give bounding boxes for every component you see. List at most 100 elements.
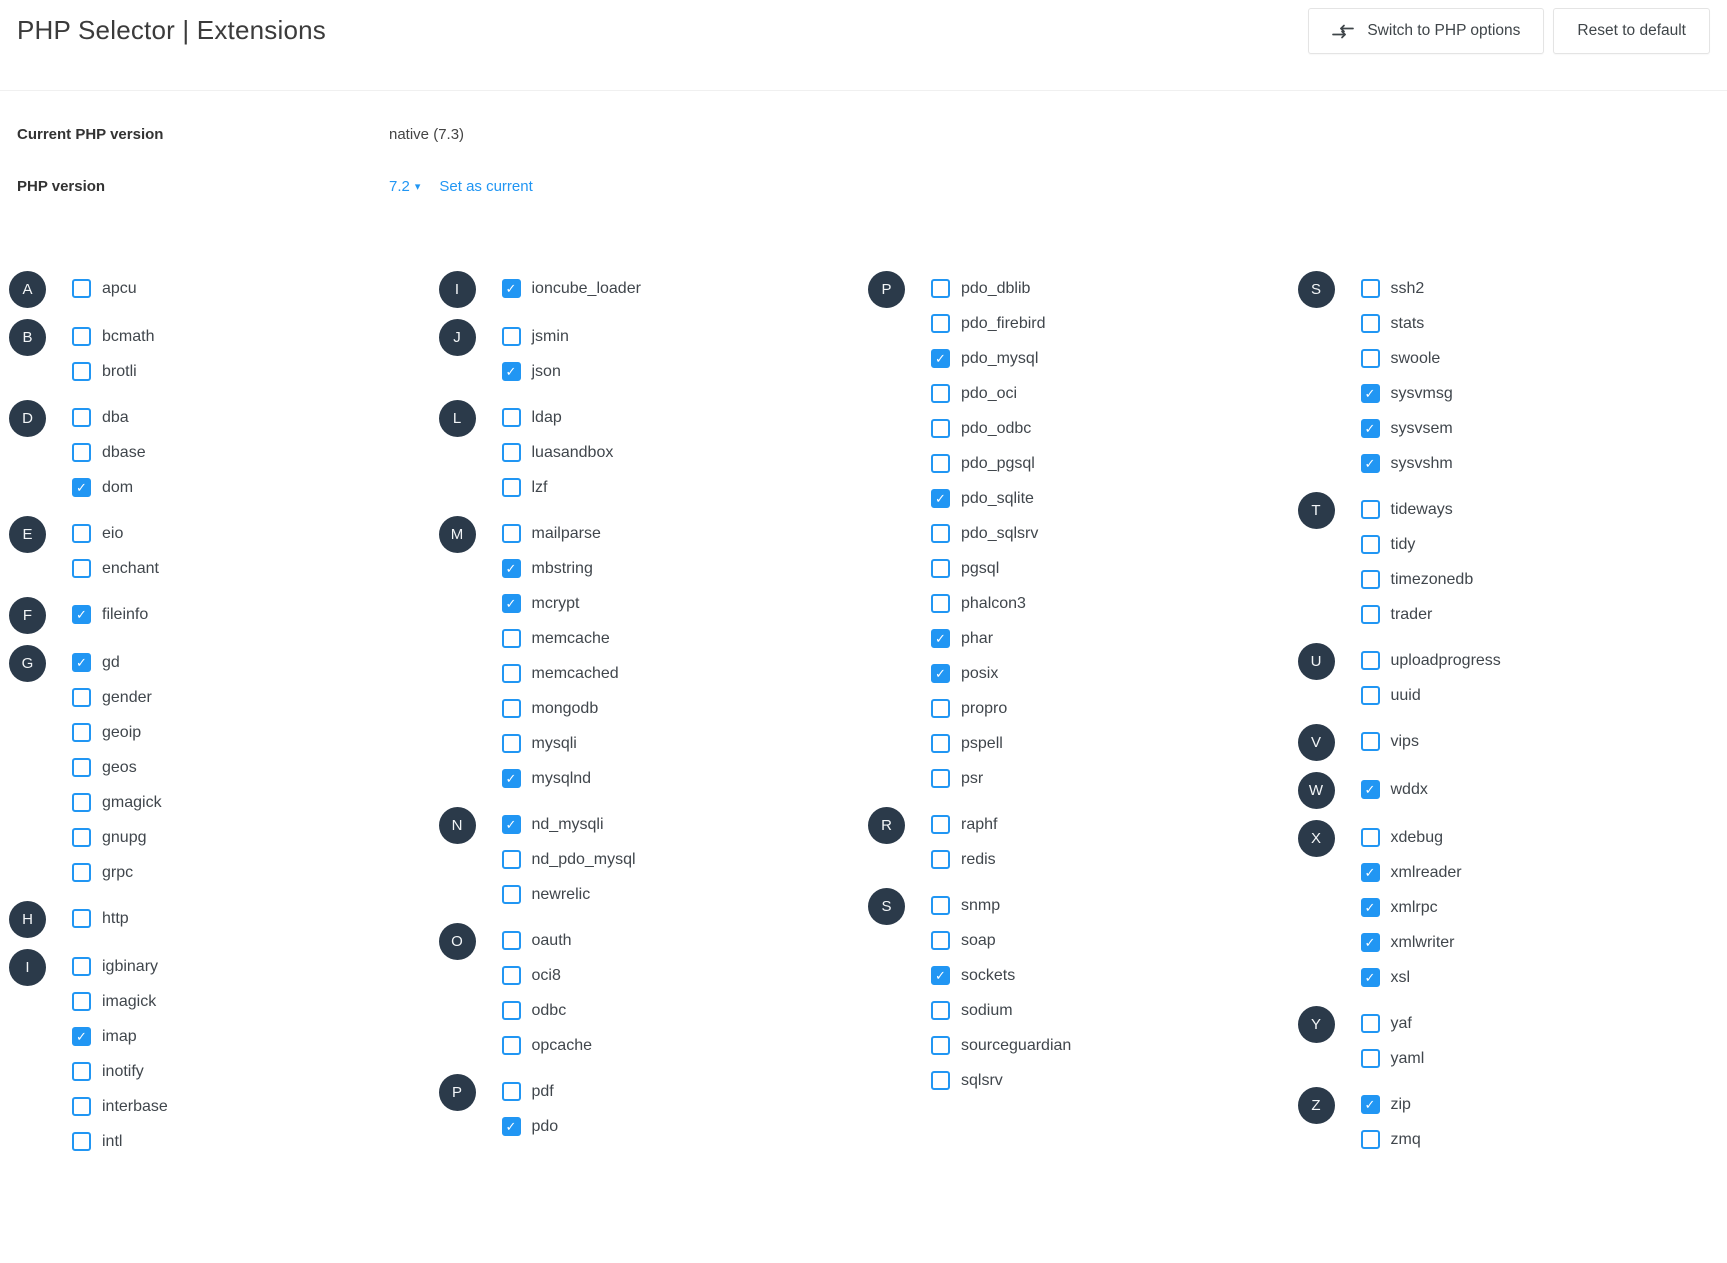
letter-group-l: Lldapluasandboxlzf <box>439 400 869 505</box>
checkbox-mysqli[interactable] <box>502 734 521 753</box>
checkbox-interbase[interactable] <box>72 1097 91 1116</box>
set-as-current-link[interactable]: Set as current <box>439 178 532 195</box>
checkbox-eio[interactable] <box>72 524 91 543</box>
checkbox-luasandbox[interactable] <box>502 443 521 462</box>
checkbox-xmlreader[interactable] <box>1361 863 1380 882</box>
checkbox-yaf[interactable] <box>1361 1014 1380 1033</box>
checkbox-yaml[interactable] <box>1361 1049 1380 1068</box>
checkbox-sourceguardian[interactable] <box>931 1036 950 1055</box>
checkbox-mailparse[interactable] <box>502 524 521 543</box>
checkbox-pdo_mysql[interactable] <box>931 349 950 368</box>
checkbox-xdebug[interactable] <box>1361 828 1380 847</box>
checkbox-pgsql[interactable] <box>931 559 950 578</box>
checkbox-sysvshm[interactable] <box>1361 454 1380 473</box>
checkbox-dom[interactable] <box>72 478 91 497</box>
checkbox-zip[interactable] <box>1361 1095 1380 1114</box>
switch-to-php-options-button[interactable]: Switch to PHP options <box>1308 8 1544 54</box>
checkbox-nd_mysqli[interactable] <box>502 815 521 834</box>
checkbox-pdo_sqlite[interactable] <box>931 489 950 508</box>
checkbox-uuid[interactable] <box>1361 686 1380 705</box>
checkbox-raphf[interactable] <box>931 815 950 834</box>
checkbox-mbstring[interactable] <box>502 559 521 578</box>
checkbox-igbinary[interactable] <box>72 957 91 976</box>
checkbox-propro[interactable] <box>931 699 950 718</box>
checkbox-pdo_firebird[interactable] <box>931 314 950 333</box>
checkbox-zmq[interactable] <box>1361 1130 1380 1149</box>
checkbox-tideways[interactable] <box>1361 500 1380 519</box>
checkbox-mcrypt[interactable] <box>502 594 521 613</box>
checkbox-trader[interactable] <box>1361 605 1380 624</box>
checkbox-inotify[interactable] <box>72 1062 91 1081</box>
checkbox-geoip[interactable] <box>72 723 91 742</box>
checkbox-json[interactable] <box>502 362 521 381</box>
checkbox-jsmin[interactable] <box>502 327 521 346</box>
checkbox-geos[interactable] <box>72 758 91 777</box>
checkbox-pspell[interactable] <box>931 734 950 753</box>
checkbox-odbc[interactable] <box>502 1001 521 1020</box>
checkbox-sysvsem[interactable] <box>1361 419 1380 438</box>
checkbox-pdo[interactable] <box>502 1117 521 1136</box>
checkbox-ioncube_loader[interactable] <box>502 279 521 298</box>
checkbox-intl[interactable] <box>72 1132 91 1151</box>
php-version-dropdown[interactable]: 7.2 ▾ <box>389 178 420 195</box>
checkbox-stats[interactable] <box>1361 314 1380 333</box>
checkbox-lzf[interactable] <box>502 478 521 497</box>
checkbox-ssh2[interactable] <box>1361 279 1380 298</box>
checkbox-opcache[interactable] <box>502 1036 521 1055</box>
checkbox-swoole[interactable] <box>1361 349 1380 368</box>
checkbox-apcu[interactable] <box>72 279 91 298</box>
checkbox-brotli[interactable] <box>72 362 91 381</box>
checkbox-snmp[interactable] <box>931 896 950 915</box>
letter-group-u: Uuploadprogressuuid <box>1298 643 1727 713</box>
checkbox-fileinfo[interactable] <box>72 605 91 624</box>
checkbox-gnupg[interactable] <box>72 828 91 847</box>
checkbox-newrelic[interactable] <box>502 885 521 904</box>
checkbox-mysqlnd[interactable] <box>502 769 521 788</box>
checkbox-wddx[interactable] <box>1361 780 1380 799</box>
checkbox-dba[interactable] <box>72 408 91 427</box>
checkbox-gmagick[interactable] <box>72 793 91 812</box>
checkbox-pdo_oci[interactable] <box>931 384 950 403</box>
checkbox-nd_pdo_mysql[interactable] <box>502 850 521 869</box>
checkbox-xmlwriter[interactable] <box>1361 933 1380 952</box>
reset-to-default-button[interactable]: Reset to default <box>1553 8 1710 54</box>
checkbox-pdo_sqlsrv[interactable] <box>931 524 950 543</box>
checkbox-xmlrpc[interactable] <box>1361 898 1380 917</box>
checkbox-soap[interactable] <box>931 931 950 950</box>
checkbox-timezonedb[interactable] <box>1361 570 1380 589</box>
checkbox-pdo_odbc[interactable] <box>931 419 950 438</box>
checkbox-redis[interactable] <box>931 850 950 869</box>
checkbox-imap[interactable] <box>72 1027 91 1046</box>
checkbox-phalcon3[interactable] <box>931 594 950 613</box>
checkbox-gender[interactable] <box>72 688 91 707</box>
checkbox-grpc[interactable] <box>72 863 91 882</box>
checkbox-vips[interactable] <box>1361 732 1380 751</box>
checkbox-pdf[interactable] <box>502 1082 521 1101</box>
checkbox-sodium[interactable] <box>931 1001 950 1020</box>
checkbox-bcmath[interactable] <box>72 327 91 346</box>
extension-label-igbinary: igbinary <box>102 958 158 976</box>
checkbox-oauth[interactable] <box>502 931 521 950</box>
checkbox-sqlsrv[interactable] <box>931 1071 950 1090</box>
checkbox-psr[interactable] <box>931 769 950 788</box>
checkbox-imagick[interactable] <box>72 992 91 1011</box>
checkbox-memcached[interactable] <box>502 664 521 683</box>
checkbox-pdo_pgsql[interactable] <box>931 454 950 473</box>
checkbox-sockets[interactable] <box>931 966 950 985</box>
checkbox-pdo_dblib[interactable] <box>931 279 950 298</box>
checkbox-posix[interactable] <box>931 664 950 683</box>
checkbox-mongodb[interactable] <box>502 699 521 718</box>
checkbox-gd[interactable] <box>72 653 91 672</box>
checkbox-uploadprogress[interactable] <box>1361 651 1380 670</box>
checkbox-oci8[interactable] <box>502 966 521 985</box>
checkbox-dbase[interactable] <box>72 443 91 462</box>
checkbox-sysvmsg[interactable] <box>1361 384 1380 403</box>
checkbox-http[interactable] <box>72 909 91 928</box>
checkbox-memcache[interactable] <box>502 629 521 648</box>
letter-group-f: Ffileinfo <box>9 597 439 634</box>
checkbox-xsl[interactable] <box>1361 968 1380 987</box>
checkbox-ldap[interactable] <box>502 408 521 427</box>
checkbox-phar[interactable] <box>931 629 950 648</box>
checkbox-tidy[interactable] <box>1361 535 1380 554</box>
checkbox-enchant[interactable] <box>72 559 91 578</box>
